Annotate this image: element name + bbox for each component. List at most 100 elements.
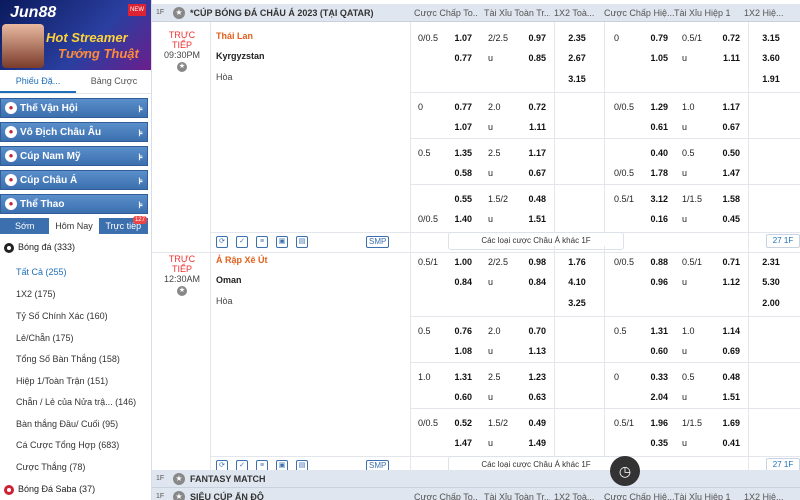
odds-cell[interactable]: 0.49 [522,418,546,428]
favorite-star-icon[interactable]: ★ [173,7,185,19]
market-1x2[interactable]: 1X2 (175) [0,289,150,299]
odds-cell[interactable]: 0.98 [522,257,546,267]
monitor-icon[interactable]: ▣ [276,236,288,248]
market-total-goals[interactable]: Tổng Số Bàn Thắng (158) [0,354,150,364]
favorite-star-icon[interactable]: ★ [177,62,187,72]
category-copa-america[interactable]: ● Cúp Nam Mỹ ⊧ [0,146,148,166]
odds-cell[interactable]: 1.78 [644,168,668,178]
odds-cell[interactable]: 1.17 [716,102,740,112]
odds-cell[interactable]: 1.49 [522,438,546,448]
odds-cell[interactable]: 0.58 [448,168,472,178]
tab-odds-board[interactable]: Bảng Cược [76,70,151,93]
odds-1x2[interactable]: 1.76 [562,257,592,267]
odds-cell[interactable]: 1.47 [716,168,740,178]
league-header[interactable]: 1F ★ *CÚP BÓNG ĐÁ CHÂU Á 2023 (TẠI QATAR) C… [152,4,800,22]
odds-cell[interactable]: 0.67 [716,122,740,132]
market-all[interactable]: Tất Cả (255) [0,267,150,277]
odds-cell[interactable]: 0.72 [716,33,740,43]
category-olympics[interactable]: ● Thế Vận Hội ⊧ [0,98,148,118]
odds-cell[interactable]: 0.45 [716,214,740,224]
history-button[interactable]: ◷ [610,456,640,486]
odds-cell[interactable]: 0.96 [644,277,668,287]
odds-cell[interactable]: 1.40 [448,214,472,224]
pin-icon[interactable]: 1F [156,488,164,500]
odds-cell[interactable]: 0.72 [522,102,546,112]
market-correct-score[interactable]: Tỷ Số Chính Xác (160) [0,311,150,321]
odds-cell[interactable]: 1.69 [716,418,740,428]
odds-cell[interactable]: 0.77 [448,102,472,112]
odds-cell[interactable]: 0.61 [644,122,668,132]
market-ht-ft[interactable]: Hiệp 1/Toàn Trận (151) [0,376,150,386]
odds-cell[interactable]: 0.67 [522,168,546,178]
promo-banner[interactable]: Jun88 NEW Hot Streamer Tướng Thuật [0,0,151,70]
sport-football[interactable]: Bóng đá (333) [0,242,150,253]
odds-1x2[interactable]: 3.25 [562,298,592,308]
odds-cell[interactable]: 1.07 [448,33,472,43]
odds-cell[interactable]: 1.05 [644,53,668,63]
odds-cell[interactable]: 0.60 [644,346,668,356]
category-asian-cup[interactable]: ● Cúp Châu Á ⊧ [0,170,148,190]
odds-cell[interactable]: 0.84 [448,277,472,287]
odds-cell[interactable]: 0.76 [448,326,472,336]
odds-cell[interactable]: 1.13 [522,346,546,356]
odds-cell[interactable]: 1.12 [716,277,740,287]
category-euro[interactable]: ● Vô Địch Châu Âu ⊧ [0,122,148,142]
odds-cell[interactable]: 3.12 [644,194,668,204]
odds-cell[interactable]: 1.31 [448,372,472,382]
odds-cell[interactable]: 0.70 [522,326,546,336]
odds-cell[interactable]: 1.00 [448,257,472,267]
odds-cell[interactable]: 0.77 [448,53,472,63]
odds-cell[interactable]: 0.40 [644,148,668,158]
odds-cell[interactable]: 0.63 [522,392,546,402]
odds-cell[interactable]: 1.23 [522,372,546,382]
check-icon[interactable]: ✓ [236,236,248,248]
market-parlay[interactable]: Cá Cược Tổng Hợp (683) [0,440,150,450]
odds-cell[interactable]: 0.41 [716,438,740,448]
odds-cell[interactable]: 0.16 [644,214,668,224]
odds-cell[interactable]: 0.69 [716,346,740,356]
odds-1x2-h1[interactable]: 3.15 [756,33,786,43]
odds-cell[interactable]: 1.14 [716,326,740,336]
odds-1x2[interactable]: 2.35 [562,33,592,43]
favorite-star-icon[interactable]: ★ [173,491,185,500]
odds-cell[interactable]: 0.35 [644,438,668,448]
tab-live[interactable]: Trực tiếp 127 [99,216,148,234]
odds-cell[interactable]: 1.58 [716,194,740,204]
odds-cell[interactable]: 0.71 [716,257,740,267]
odds-1x2-h1[interactable]: 2.31 [756,257,786,267]
odds-cell[interactable]: 1.35 [448,148,472,158]
market-outright[interactable]: Cược Thắng (78) [0,462,150,472]
odds-cell[interactable]: 0.84 [522,277,546,287]
bars-icon[interactable]: ≡ [256,236,268,248]
category-sports[interactable]: ● Thể Thao ⊧ [0,194,148,214]
odds-1x2-h1[interactable]: 1.91 [756,74,786,84]
odds-cell[interactable]: 1.51 [716,392,740,402]
smp-button[interactable]: SMP [366,236,390,248]
odds-cell[interactable]: 0.85 [522,53,546,63]
odds-1x2-h1[interactable]: 5.30 [756,277,786,287]
odds-cell[interactable]: 0.79 [644,33,668,43]
odds-cell[interactable]: 2.04 [644,392,668,402]
odds-cell[interactable]: 1.29 [644,102,668,112]
pin-icon[interactable]: 1F [156,470,164,488]
odds-cell[interactable]: 1.07 [448,122,472,132]
market-first-last-goal[interactable]: Bàn thắng Đầu/ Cuối (95) [0,419,150,429]
more-asian-bets-button[interactable]: Các loại cược Châu Á khác 1F [448,232,624,250]
market-half-odd-even[interactable]: Chẵn / Lẻ của Nửa trậ... (146) [0,397,150,407]
odds-cell[interactable]: 1.17 [522,148,546,158]
more-bets-count[interactable]: 27 1F [766,234,800,248]
pin-icon[interactable]: 1F [156,4,164,22]
odds-1x2-h1[interactable]: 2.00 [756,298,786,308]
odds-cell[interactable]: 0.52 [448,418,472,428]
odds-cell[interactable]: 1.08 [448,346,472,356]
odds-1x2-h1[interactable]: 3.60 [756,53,786,63]
board-icon[interactable]: ▤ [296,236,308,248]
sport-saba-football[interactable]: Bóng Đá Saba (37) [0,484,150,495]
odds-cell[interactable]: 1.47 [448,438,472,448]
odds-cell[interactable]: 1.11 [522,122,546,132]
odds-cell[interactable]: 1.96 [644,418,668,428]
odds-cell[interactable]: 0.88 [644,257,668,267]
odds-cell[interactable]: 0.33 [644,372,668,382]
odds-cell[interactable]: 1.51 [522,214,546,224]
odds-cell[interactable]: 0.60 [448,392,472,402]
